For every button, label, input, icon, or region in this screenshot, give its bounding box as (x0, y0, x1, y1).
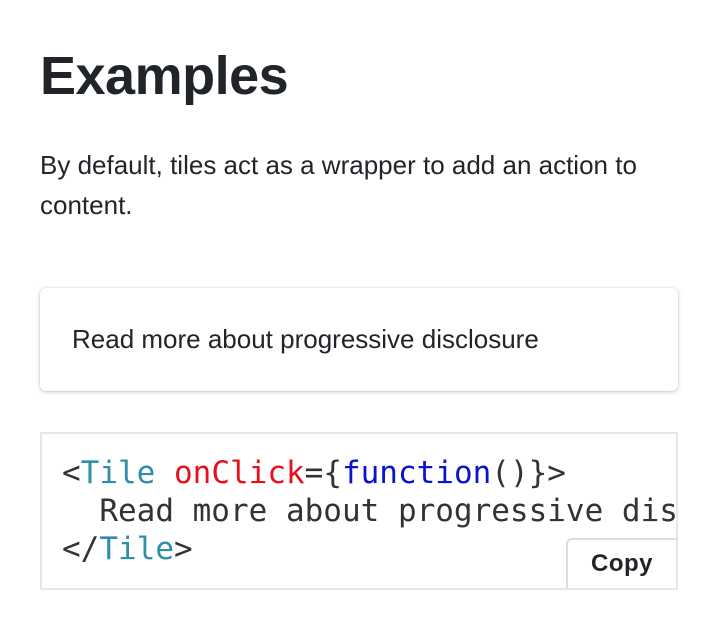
code-close-tag-name: Tile (99, 531, 174, 567)
code-rest: ()}> (491, 455, 566, 491)
code-close-open-bracket: </ (62, 531, 100, 567)
copy-button[interactable]: Copy (566, 538, 676, 588)
code-keyword: function (341, 455, 492, 491)
code-attribute: onClick (174, 455, 305, 491)
code-open-bracket: < (62, 455, 81, 491)
example-tile[interactable]: Read more about progressive disclosure (40, 288, 678, 391)
code-line-2: Read more about progressive disclosure (99, 493, 678, 529)
intro-text: By default, tiles act as a wrapper to ad… (40, 150, 637, 220)
code-line-1: <Tile onClick={function()}> (62, 455, 566, 491)
tile-label: Read more about progressive disclosure (72, 324, 539, 354)
code-line-3: </Tile> (62, 531, 193, 567)
code-example-block: <Tile onClick={function()}> Read more ab… (40, 432, 678, 590)
code-close-bracket: > (173, 531, 193, 567)
page-title: Examples (40, 46, 289, 106)
code-equals-brace: ={ (304, 455, 342, 491)
code-tag-name: Tile (80, 455, 156, 491)
